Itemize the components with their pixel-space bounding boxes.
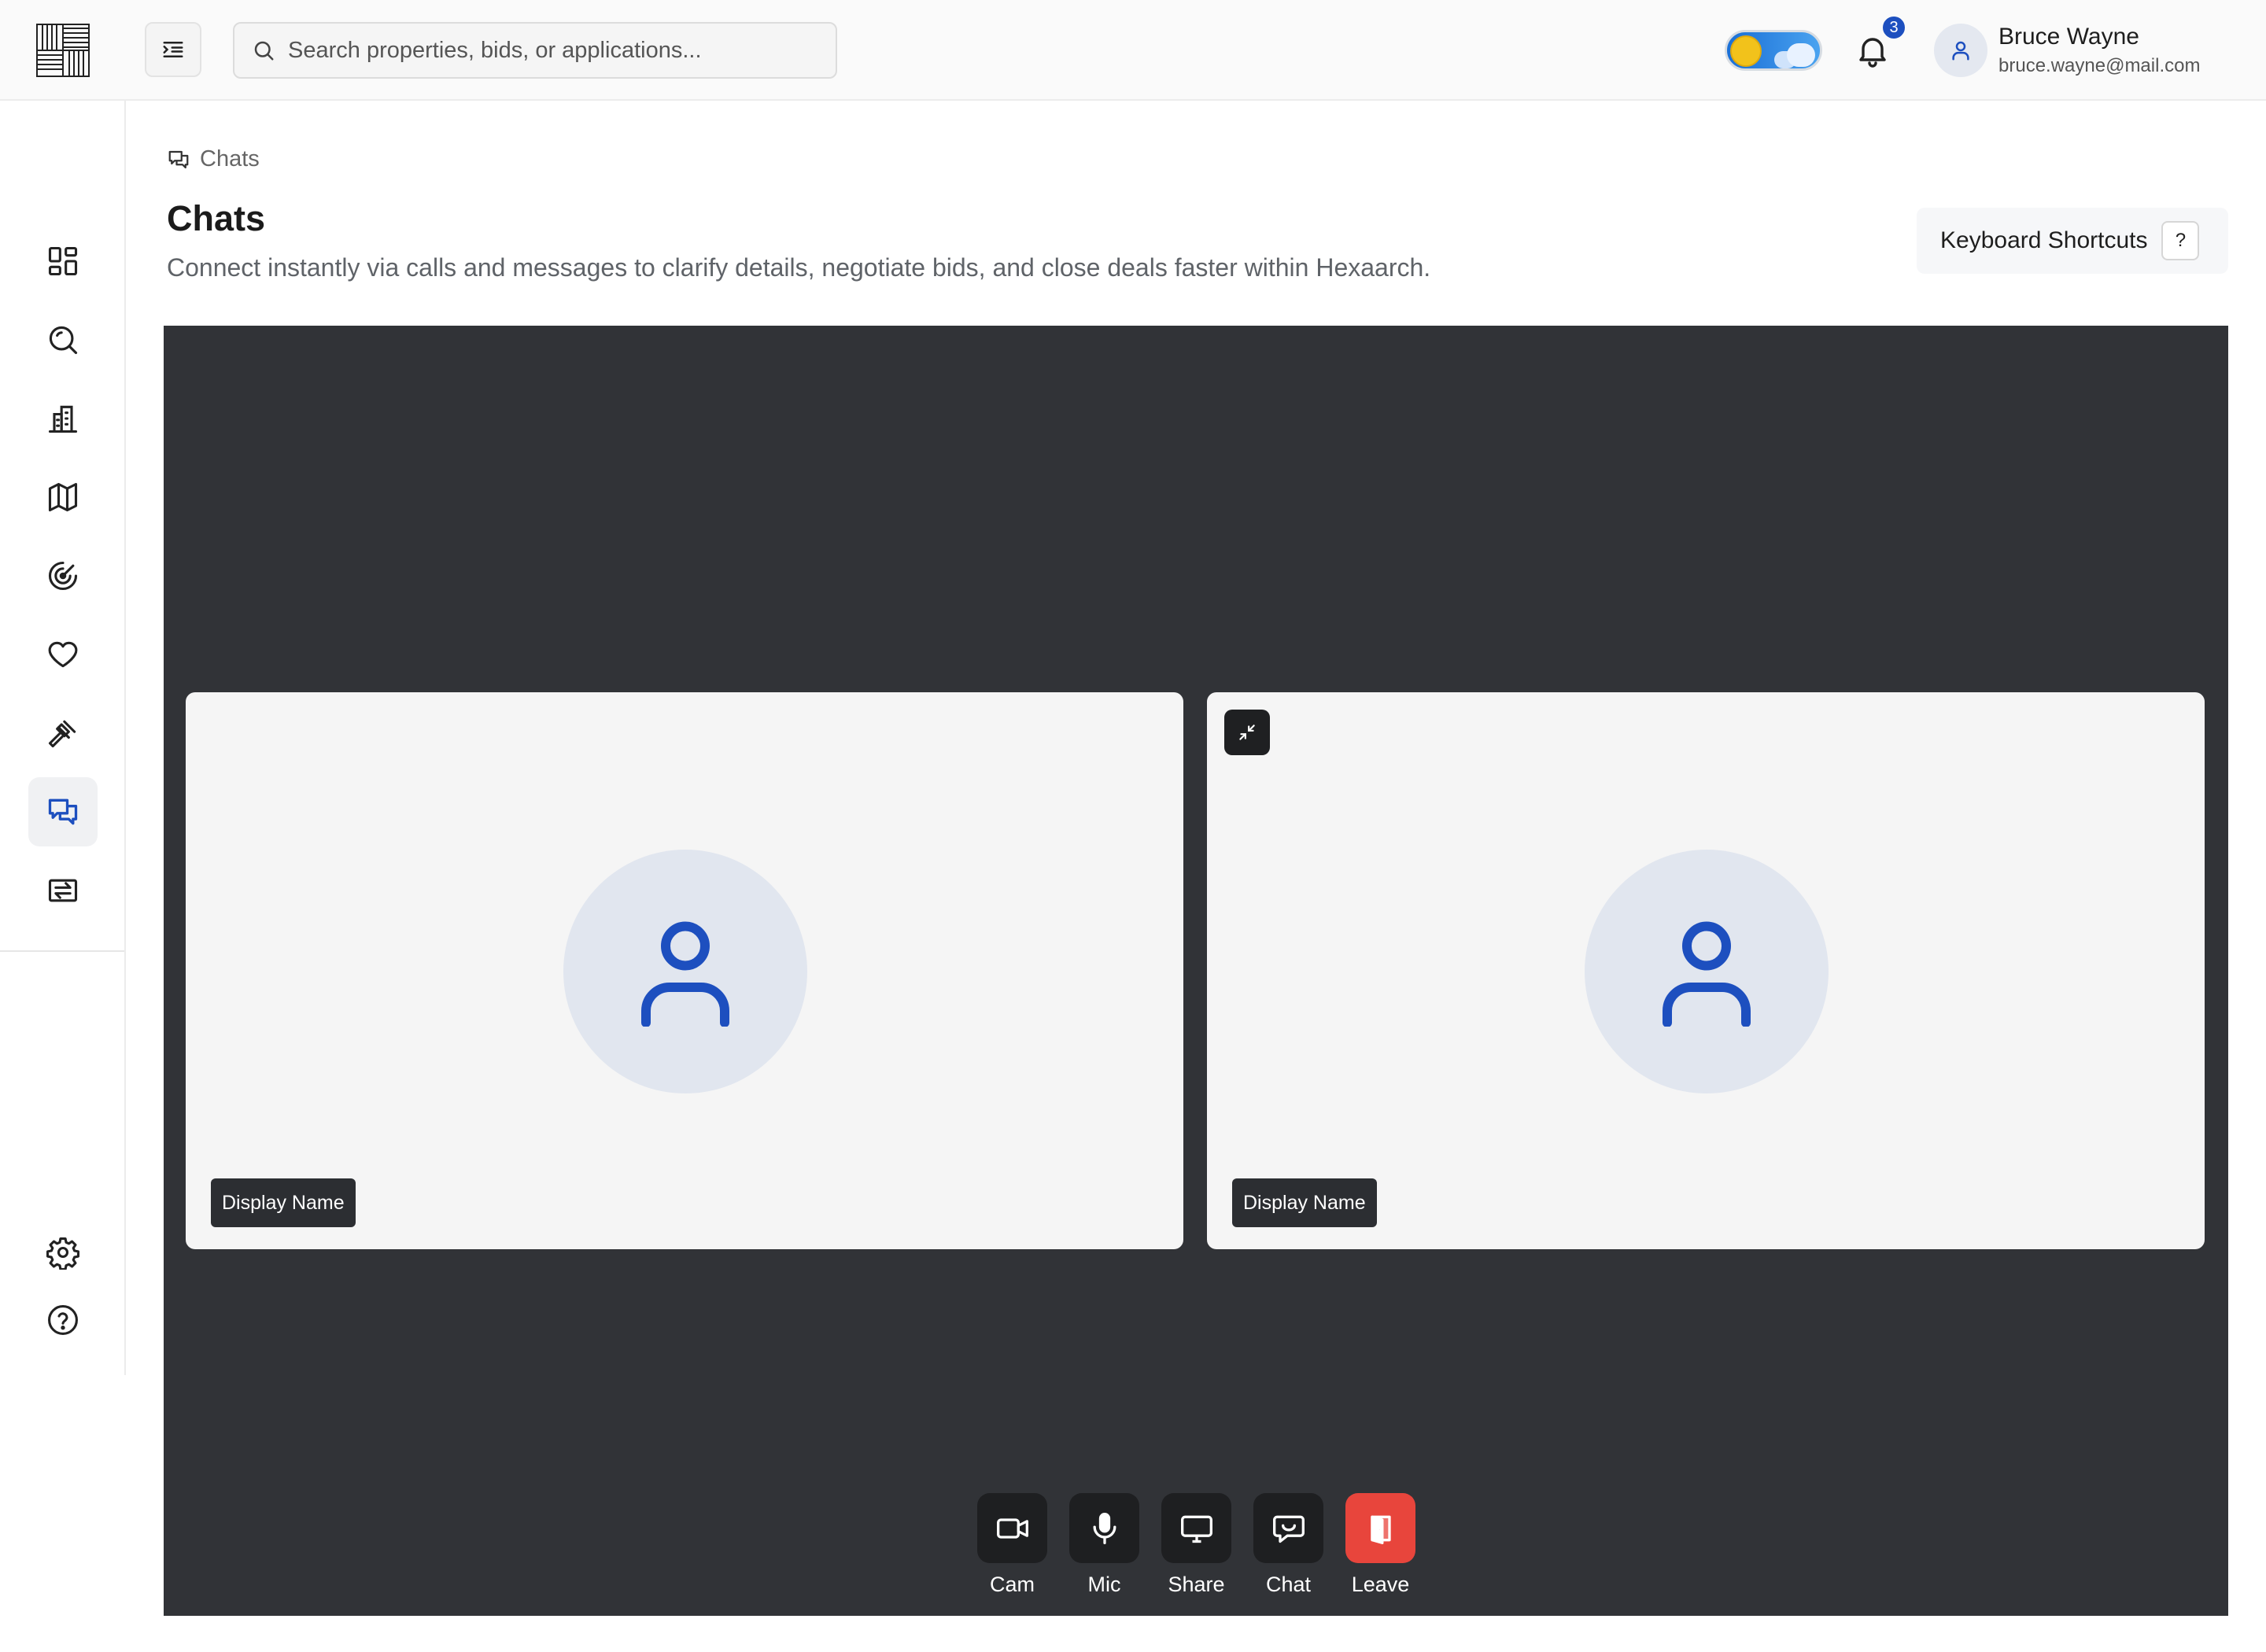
share-label: Share	[1168, 1573, 1225, 1596]
video-camera-icon	[996, 1517, 1028, 1539]
chat-label: Chat	[1265, 1573, 1312, 1596]
participant-display-name: Display Name	[1232, 1178, 1377, 1227]
sidebar-item-bids[interactable]	[28, 699, 98, 768]
door-exit-icon	[1370, 1515, 1391, 1544]
search-icon	[49, 326, 78, 355]
dashboard-icon	[48, 246, 78, 276]
sidebar	[0, 101, 126, 1375]
help-icon	[48, 1305, 78, 1335]
map-icon	[48, 482, 78, 512]
minimize-tile-button[interactable]	[1224, 710, 1270, 755]
menu-indent-icon	[163, 42, 183, 57]
global-search[interactable]	[233, 22, 837, 79]
gear-icon	[46, 1237, 79, 1270]
sidebar-divider	[0, 950, 124, 952]
breadcrumb: Chats	[167, 146, 260, 172]
share-control: Share	[1161, 1493, 1231, 1597]
minimize-icon	[1239, 725, 1255, 740]
sidebar-item-dashboard[interactable]	[28, 227, 98, 296]
heart-icon	[48, 641, 78, 668]
exchange-icon	[48, 879, 78, 902]
hexaarch-logo-icon[interactable]	[36, 24, 90, 77]
page-subtitle: Connect instantly via calls and messages…	[167, 253, 1431, 282]
mic-control: Mic	[1069, 1493, 1139, 1597]
mic-button[interactable]	[1069, 1493, 1139, 1563]
sidebar-item-chats[interactable]	[28, 777, 98, 846]
radar-icon	[48, 561, 78, 591]
shortcut-key-badge: ?	[2161, 221, 2200, 260]
participant-tile[interactable]: Display Name	[186, 692, 1183, 1249]
notification-count-badge: 3	[1880, 14, 1907, 41]
user-email: bruce.wayne@mail.com	[1998, 55, 2201, 76]
participant-avatar	[563, 850, 807, 1093]
sidebar-toggle-button[interactable]	[145, 22, 201, 77]
mic-label: Mic	[1087, 1573, 1121, 1596]
user-icon	[641, 921, 729, 1027]
leave-label: Leave	[1351, 1573, 1410, 1596]
sidebar-item-radar[interactable]	[28, 541, 98, 610]
building-icon	[48, 405, 78, 433]
keyboard-shortcuts-button[interactable]: Keyboard Shortcuts ?	[1917, 208, 2228, 274]
leave-call-button[interactable]	[1345, 1493, 1415, 1563]
sidebar-item-search[interactable]	[28, 305, 98, 374]
participant-avatar	[1585, 850, 1829, 1093]
page-title: Chats	[167, 198, 266, 238]
chat-icon	[48, 798, 78, 825]
share-screen-button[interactable]	[1161, 1493, 1231, 1563]
user-avatar[interactable]	[1934, 24, 1987, 77]
cam-label: Cam	[989, 1573, 1035, 1596]
chat-control: Chat	[1253, 1493, 1323, 1597]
sun-icon	[1730, 35, 1762, 67]
chat-icon	[168, 150, 189, 168]
participant-display-name: Display Name	[211, 1178, 356, 1227]
search-input[interactable]	[288, 37, 792, 64]
sidebar-item-help[interactable]	[28, 1285, 98, 1355]
participant-tile[interactable]: Display Name	[1207, 692, 2205, 1249]
sidebar-item-properties[interactable]	[28, 384, 98, 453]
chat-bubble-icon	[1272, 1515, 1305, 1543]
leave-control: Leave	[1345, 1493, 1415, 1597]
cloud-icon	[1787, 43, 1815, 67]
sidebar-item-settings[interactable]	[28, 1218, 98, 1287]
monitor-icon	[1180, 1515, 1212, 1543]
breadcrumb-current[interactable]: Chats	[200, 146, 260, 172]
microphone-icon	[1093, 1512, 1116, 1544]
keyboard-shortcuts-label: Keyboard Shortcuts	[1940, 227, 2148, 253]
sidebar-item-favorites[interactable]	[28, 620, 98, 689]
gavel-icon	[48, 720, 76, 748]
top-header: 3 Bruce Wayne bruce.wayne@mail.com	[0, 0, 2266, 101]
user-icon	[1952, 41, 1969, 61]
sidebar-item-map[interactable]	[28, 463, 98, 532]
call-controls: Cam Mic Share Chat Leave	[977, 1493, 1415, 1597]
chat-button[interactable]	[1253, 1493, 1323, 1563]
user-name: Bruce Wayne	[1998, 24, 2139, 50]
user-icon	[1663, 921, 1751, 1027]
video-call-stage: Display Name Display Name Cam Mic Share …	[164, 326, 2228, 1616]
sidebar-item-transactions[interactable]	[28, 856, 98, 925]
theme-toggle[interactable]	[1725, 30, 1822, 71]
search-icon	[254, 41, 274, 61]
cam-button[interactable]	[977, 1493, 1047, 1563]
cam-control: Cam	[977, 1493, 1047, 1597]
